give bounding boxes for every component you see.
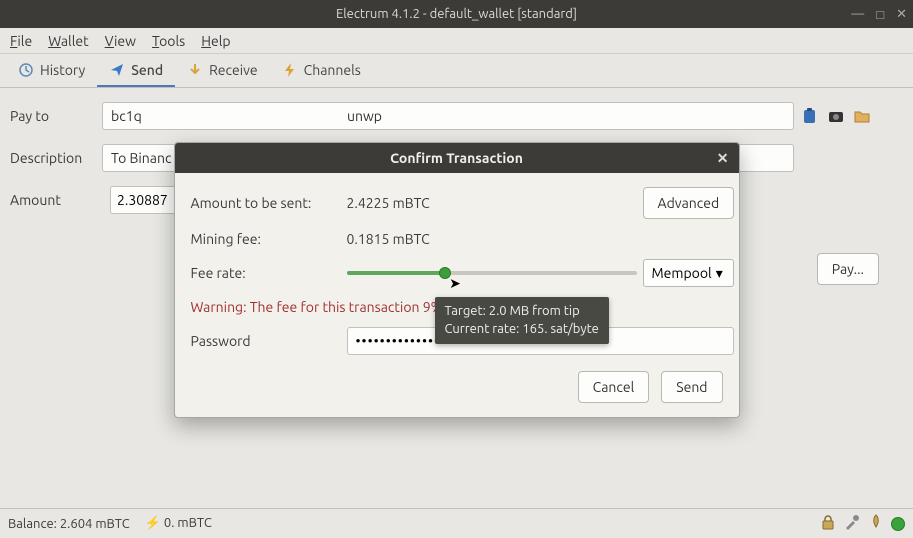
status-bar: Balance: 2.604 mBTC ⚡ 0. mBTC [0, 508, 913, 538]
password-label: Password [191, 333, 341, 349]
menu-view[interactable]: View [105, 33, 136, 49]
maximize-button[interactable]: □ [876, 7, 884, 22]
amount-to-send-label: Amount to be sent: [191, 195, 341, 211]
menu-help[interactable]: Help [201, 33, 230, 49]
minimize-button[interactable]: — [851, 7, 864, 22]
tooltip-line-1: Target: 2.0 MB from tip [445, 303, 599, 321]
close-button[interactable]: ✕ [896, 7, 907, 22]
network-status-icon[interactable] [891, 517, 905, 531]
balance-text: Balance: 2.604 mBTC [8, 517, 130, 531]
modal-titlebar: Confirm Transaction ✕ [175, 143, 739, 173]
cancel-button[interactable]: Cancel [578, 371, 650, 403]
menu-wallet[interactable]: Wallet [48, 33, 88, 49]
modal-title-text: Confirm Transaction [390, 150, 523, 166]
window-titlebar: Electrum 4.1.2 - default_wallet [standar… [0, 0, 913, 28]
menu-bar: File Wallet View Tools Help [0, 28, 913, 54]
seed-icon[interactable] [867, 513, 885, 534]
modal-close-button[interactable]: ✕ [717, 150, 729, 167]
fee-mode-value: Mempool [652, 265, 712, 281]
tools-icon[interactable] [843, 513, 861, 534]
window-title: Electrum 4.1.2 - default_wallet [standar… [336, 7, 577, 21]
mining-fee-value: 0.1815 mBTC [347, 231, 735, 247]
fee-mode-dropdown[interactable]: Mempool ▾ [643, 259, 735, 287]
fee-rate-slider[interactable]: ➤ [347, 271, 637, 275]
tooltip-line-2: Current rate: 165. sat/byte [445, 321, 599, 339]
mining-fee-label: Mining fee: [191, 231, 341, 247]
confirm-transaction-dialog: Confirm Transaction ✕ Amount to be sent:… [174, 142, 740, 418]
menu-tools[interactable]: Tools [152, 33, 185, 49]
lightning-balance: ⚡ 0. mBTC [145, 516, 212, 531]
chevron-down-icon: ▾ [716, 265, 723, 282]
modal-overlay: Confirm Transaction ✕ Amount to be sent:… [0, 60, 913, 508]
lock-icon[interactable] [819, 513, 837, 534]
cursor-icon: ➤ [449, 275, 461, 292]
advanced-button[interactable]: Advanced [643, 187, 735, 219]
menu-file[interactable]: File [10, 33, 32, 49]
fee-rate-label: Fee rate: [191, 265, 341, 281]
fee-tooltip: Target: 2.0 MB from tip Current rate: 16… [435, 297, 609, 344]
send-button[interactable]: Send [661, 371, 722, 403]
amount-to-send-value: 2.4225 mBTC [347, 195, 637, 211]
